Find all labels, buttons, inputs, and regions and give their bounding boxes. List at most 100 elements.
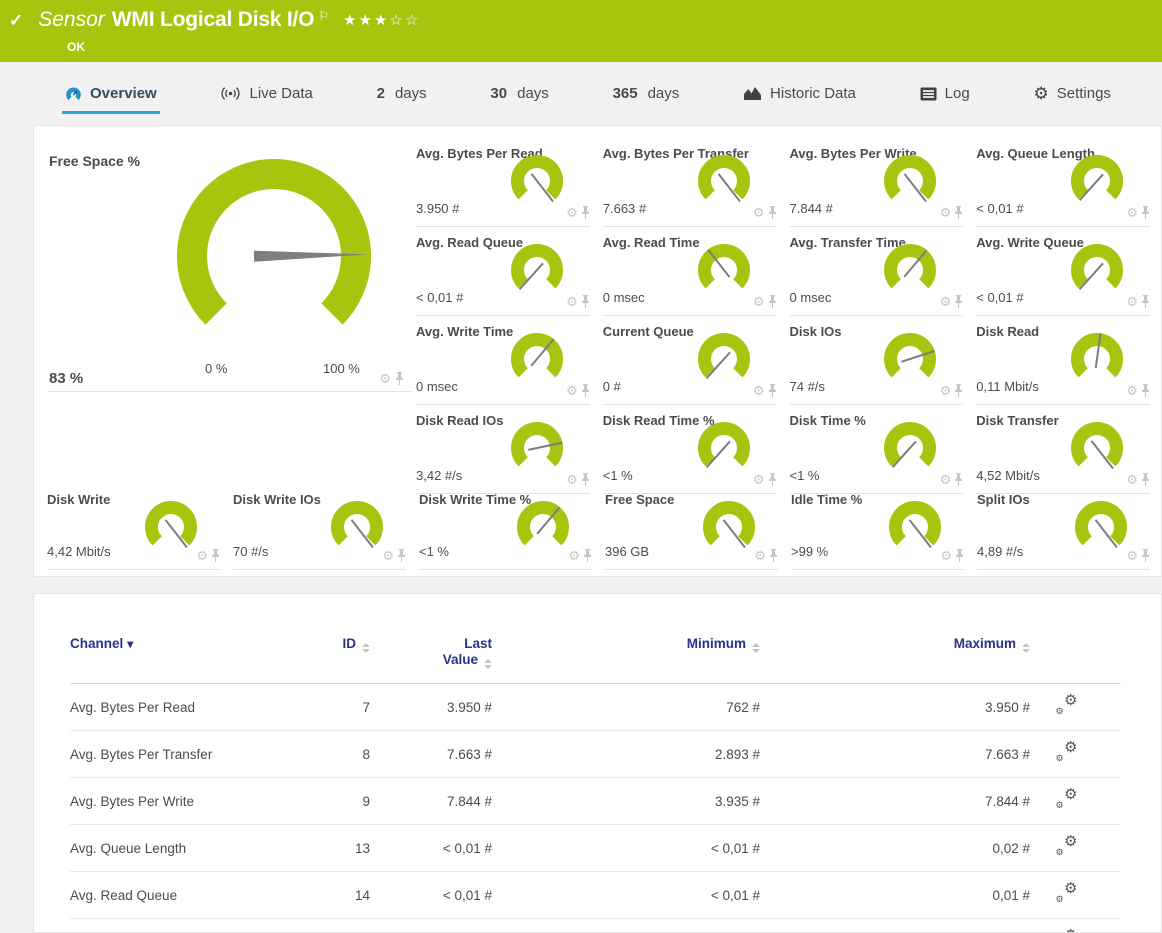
gear-icon[interactable]: ⚙ bbox=[753, 384, 765, 397]
gear-icon: ⚙ bbox=[1033, 85, 1048, 102]
pin-icon[interactable] bbox=[954, 295, 963, 308]
edit-channel-gears-icon[interactable]: ⚙⚙ bbox=[1056, 696, 1078, 715]
tab-30-days[interactable]: 30days bbox=[487, 76, 551, 114]
channel-cell[interactable]: Avg. Bytes Per Write bbox=[70, 778, 305, 825]
gauge-card-avg-bytes-per-read: Avg. Bytes Per Read3.950 #⚙ bbox=[416, 138, 590, 227]
column-header-id[interactable]: ID bbox=[305, 630, 370, 684]
pin-icon[interactable] bbox=[397, 549, 406, 562]
gear-icon[interactable]: ⚙ bbox=[568, 549, 580, 562]
gear-icon[interactable]: ⚙ bbox=[754, 549, 766, 562]
tab-label: days bbox=[648, 85, 680, 102]
pin-icon[interactable] bbox=[769, 549, 778, 562]
pin-icon[interactable] bbox=[581, 295, 590, 308]
gear-icon[interactable]: ⚙ bbox=[1126, 206, 1138, 219]
tab-overview[interactable]: Overview bbox=[62, 76, 160, 114]
pin-icon[interactable] bbox=[1141, 295, 1150, 308]
gauge-actions: ⚙ bbox=[940, 549, 964, 562]
column-label: Minimum bbox=[492, 636, 760, 653]
pin-icon[interactable] bbox=[581, 384, 590, 397]
minimum-cell: 762 # bbox=[492, 684, 760, 731]
pin-icon[interactable] bbox=[395, 372, 404, 385]
gear-icon[interactable]: ⚙ bbox=[753, 206, 765, 219]
edit-channel-gears-icon[interactable]: ⚙⚙ bbox=[1056, 884, 1078, 903]
tab-365-days[interactable]: 365days bbox=[610, 76, 683, 114]
gear-icon[interactable]: ⚙ bbox=[940, 295, 952, 308]
pin-icon[interactable] bbox=[768, 384, 777, 397]
gauge-dial bbox=[1066, 154, 1128, 210]
gear-icon[interactable]: ⚙ bbox=[940, 206, 952, 219]
gear-icon[interactable]: ⚙ bbox=[379, 372, 391, 385]
tab-live-data[interactable]: Live Data bbox=[217, 76, 315, 114]
pin-icon[interactable] bbox=[955, 549, 964, 562]
tab-log[interactable]: Log bbox=[917, 76, 973, 114]
last-value-cell: 3.950 # bbox=[370, 684, 492, 731]
channel-cell[interactable]: Avg. Read Time bbox=[70, 919, 305, 933]
gauge-card-idle-time: Idle Time %>99 %⚙ bbox=[791, 484, 964, 570]
column-header-channel[interactable]: Channel▾ bbox=[70, 630, 305, 684]
pin-icon[interactable] bbox=[768, 295, 777, 308]
gauge-value: 4,42 Mbit/s bbox=[47, 544, 111, 559]
gear-icon[interactable]: ⚙ bbox=[196, 549, 208, 562]
column-header-minimum[interactable]: Minimum bbox=[492, 630, 760, 684]
edit-channel-gears-icon[interactable]: ⚙⚙ bbox=[1056, 837, 1078, 856]
channel-cell[interactable]: Avg. Bytes Per Read bbox=[70, 684, 305, 731]
gauge-value: < 0,01 # bbox=[976, 290, 1023, 305]
edit-channel-gears-icon[interactable]: ⚙⚙ bbox=[1056, 743, 1078, 762]
pin-icon[interactable] bbox=[581, 206, 590, 219]
pin-icon[interactable] bbox=[768, 206, 777, 219]
gauge-dial bbox=[1066, 332, 1128, 388]
gear-icon[interactable]: ⚙ bbox=[1126, 549, 1138, 562]
gear-icon[interactable]: ⚙ bbox=[382, 549, 394, 562]
gauge-card-disk-time: Disk Time %<1 %⚙ bbox=[790, 405, 964, 494]
gear-icon[interactable]: ⚙ bbox=[940, 384, 952, 397]
tab-label: days bbox=[517, 85, 549, 102]
gear-icon[interactable]: ⚙ bbox=[566, 206, 578, 219]
column-header-last-value[interactable]: LastValue bbox=[370, 630, 492, 684]
sort-icon bbox=[484, 659, 492, 669]
pin-icon[interactable] bbox=[583, 549, 592, 562]
id-cell: 14 bbox=[305, 872, 370, 919]
tab-historic-data[interactable]: Historic Data bbox=[740, 76, 859, 114]
actions-cell: ⚙⚙ bbox=[1030, 872, 1121, 919]
pin-icon[interactable] bbox=[211, 549, 220, 562]
pin-icon[interactable] bbox=[954, 384, 963, 397]
gear-icon[interactable]: ⚙ bbox=[566, 384, 578, 397]
last-value-cell: 7.663 # bbox=[370, 731, 492, 778]
tab-2-days[interactable]: 2days bbox=[374, 76, 430, 114]
gauge-dial bbox=[326, 500, 388, 556]
gear-icon[interactable]: ⚙ bbox=[1126, 295, 1138, 308]
gear-icon: ⚙ bbox=[1056, 848, 1064, 857]
edit-channel-gears-icon[interactable]: ⚙⚙ bbox=[1056, 790, 1078, 809]
gear-icon[interactable]: ⚙ bbox=[753, 295, 765, 308]
channel-cell[interactable]: Avg. Queue Length bbox=[70, 825, 305, 872]
column-header-actions bbox=[1030, 630, 1121, 684]
actions-cell: ⚙⚙ bbox=[1030, 731, 1121, 778]
channel-cell[interactable]: Avg. Read Queue bbox=[70, 872, 305, 919]
gauge-dial bbox=[506, 332, 568, 388]
gear-icon: ⚙ bbox=[1064, 834, 1077, 849]
gauge-max-label: 100 % bbox=[323, 361, 360, 376]
gauge-actions: ⚙ bbox=[568, 549, 592, 562]
column-header-maximum[interactable]: Maximum bbox=[760, 630, 1030, 684]
pin-icon[interactable] bbox=[1141, 206, 1150, 219]
last-value-cell: 7.844 # bbox=[370, 778, 492, 825]
gauge-card-split-ios: Split IOs4,89 #/s⚙ bbox=[977, 484, 1150, 570]
maximum-cell: 0,01 # bbox=[760, 872, 1030, 919]
flag-icon[interactable]: ⚐ bbox=[318, 9, 329, 23]
pin-icon[interactable] bbox=[954, 206, 963, 219]
id-cell: 8 bbox=[305, 731, 370, 778]
channel-cell[interactable]: Avg. Bytes Per Transfer bbox=[70, 731, 305, 778]
content: Free Space % 0 % 100 % 83 % ⚙ Avg. Bytes… bbox=[0, 114, 1162, 933]
tab-settings[interactable]: ⚙Settings bbox=[1030, 76, 1113, 114]
gear-icon[interactable]: ⚙ bbox=[940, 549, 952, 562]
pin-icon[interactable] bbox=[1141, 384, 1150, 397]
gear-icon[interactable]: ⚙ bbox=[1126, 384, 1138, 397]
gauge-actions: ⚙ bbox=[1126, 384, 1150, 397]
gear-icon[interactable]: ⚙ bbox=[566, 295, 578, 308]
priority-stars[interactable]: ★★★☆☆ bbox=[343, 11, 420, 29]
gauge-value: < 0,01 # bbox=[416, 290, 463, 305]
id-cell: 10 bbox=[305, 919, 370, 933]
actions-cell: ⚙⚙ bbox=[1030, 919, 1121, 933]
gauge-value: <1 % bbox=[790, 468, 820, 483]
pin-icon[interactable] bbox=[1141, 549, 1150, 562]
